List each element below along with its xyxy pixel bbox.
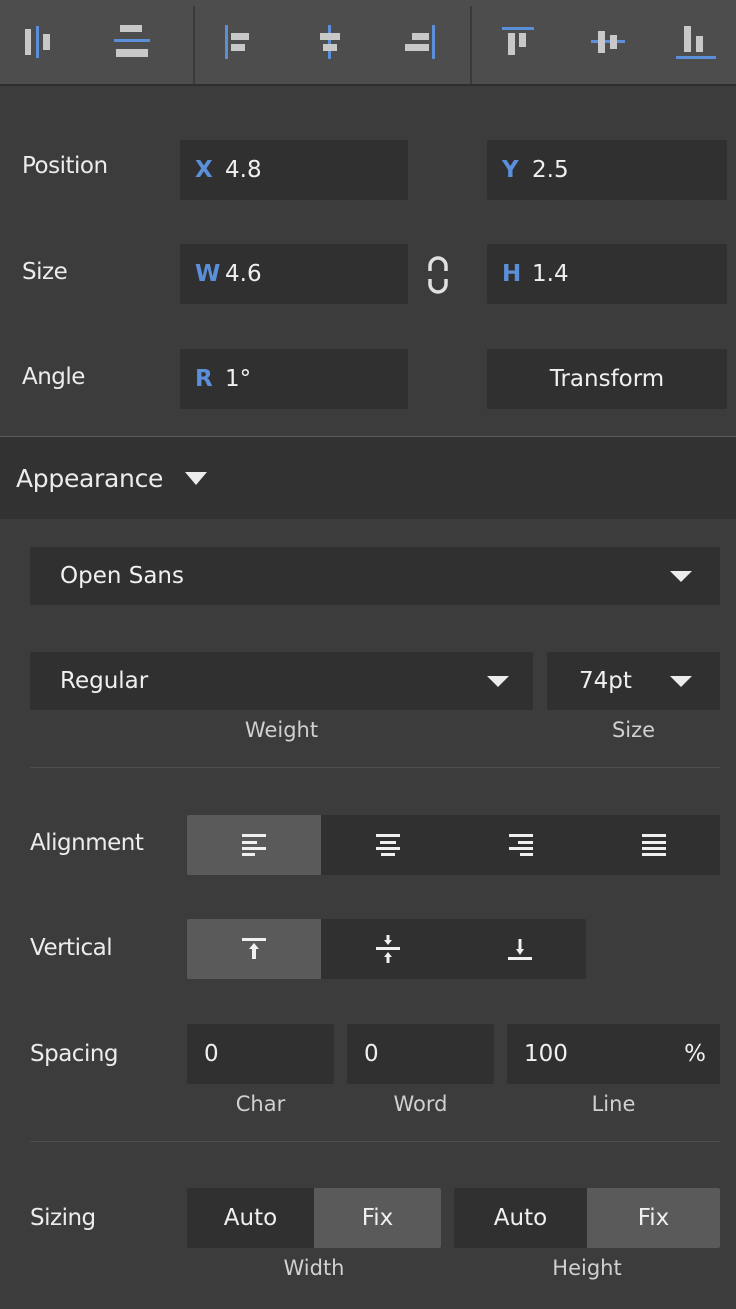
chevron-down-icon bbox=[670, 676, 692, 687]
position-y-value: 2.5 bbox=[532, 157, 569, 183]
line-spacing-value: 100 bbox=[524, 1041, 568, 1067]
height-fix-button[interactable]: Fix bbox=[587, 1188, 720, 1248]
word-caption: Word bbox=[393, 1092, 448, 1116]
spacing-label: Spacing bbox=[30, 1041, 119, 1067]
align-left-icon[interactable] bbox=[218, 18, 262, 66]
caret-down-icon bbox=[185, 471, 208, 485]
divider bbox=[30, 767, 720, 768]
text-align-justify-icon[interactable] bbox=[587, 815, 720, 875]
text-align-left-icon[interactable] bbox=[187, 815, 321, 875]
h-axis-label: H bbox=[502, 261, 522, 287]
height-fix-label: Fix bbox=[637, 1205, 670, 1231]
distribute-horizontal-icon[interactable] bbox=[20, 18, 64, 66]
geometry-section: Position X 4.8 Y 2.5 Size W 4.6 H 1.4 An… bbox=[0, 86, 736, 436]
width-auto-button[interactable]: Auto bbox=[187, 1188, 314, 1248]
y-axis-label: Y bbox=[502, 157, 519, 183]
text-align-center-icon[interactable] bbox=[321, 815, 454, 875]
alignment-label: Alignment bbox=[30, 830, 144, 856]
font-weight-dropdown[interactable]: Regular bbox=[30, 652, 533, 710]
position-x-field[interactable]: X 4.8 bbox=[180, 140, 408, 200]
char-caption: Char bbox=[235, 1092, 286, 1116]
size-h-value: 1.4 bbox=[532, 261, 569, 287]
line-spacing-field[interactable]: 100 % bbox=[507, 1024, 720, 1084]
distribute-vertical-icon[interactable] bbox=[110, 18, 154, 66]
width-caption: Width bbox=[283, 1256, 345, 1280]
align-middle-vertical-icon[interactable] bbox=[586, 18, 630, 66]
word-spacing-value: 0 bbox=[364, 1041, 379, 1067]
w-axis-label: W bbox=[195, 261, 221, 287]
chevron-down-icon bbox=[487, 676, 509, 687]
link-aspect-icon[interactable] bbox=[425, 256, 451, 298]
angle-r-value: 1° bbox=[225, 366, 252, 392]
size-caption: Size bbox=[611, 718, 656, 742]
char-spacing-field[interactable]: 0 bbox=[187, 1024, 334, 1084]
position-y-field[interactable]: Y 2.5 bbox=[487, 140, 727, 200]
font-weight-value: Regular bbox=[60, 668, 149, 694]
position-label: Position bbox=[22, 153, 108, 179]
vertical-align-top-icon[interactable] bbox=[187, 919, 321, 979]
align-center-horizontal-icon[interactable] bbox=[308, 18, 352, 66]
sizing-label: Sizing bbox=[30, 1205, 96, 1231]
divider bbox=[30, 1141, 720, 1142]
appearance-title: Appearance bbox=[16, 463, 164, 493]
size-w-field[interactable]: W 4.6 bbox=[180, 244, 408, 304]
line-spacing-unit: % bbox=[684, 1041, 706, 1067]
alignment-toolbar bbox=[0, 0, 736, 86]
vertical-align-middle-icon[interactable] bbox=[321, 919, 454, 979]
font-family-value: Open Sans bbox=[60, 563, 184, 589]
x-axis-label: X bbox=[195, 157, 213, 183]
angle-label: Angle bbox=[22, 364, 85, 390]
text-align-right-icon[interactable] bbox=[454, 815, 587, 875]
vertical-label: Vertical bbox=[30, 935, 113, 961]
weight-caption: Weight bbox=[244, 718, 319, 742]
vertical-align-bottom-icon[interactable] bbox=[454, 919, 586, 979]
char-spacing-value: 0 bbox=[204, 1041, 219, 1067]
word-spacing-field[interactable]: 0 bbox=[347, 1024, 494, 1084]
height-auto-button[interactable]: Auto bbox=[454, 1188, 587, 1248]
transform-button[interactable]: Transform bbox=[487, 349, 727, 409]
angle-r-field[interactable]: R 1° bbox=[180, 349, 408, 409]
height-auto-label: Auto bbox=[493, 1205, 548, 1231]
size-label: Size bbox=[22, 259, 68, 285]
font-family-dropdown[interactable]: Open Sans bbox=[30, 547, 720, 605]
font-size-dropdown[interactable]: 74pt bbox=[547, 652, 720, 710]
font-size-value: 74pt bbox=[579, 668, 632, 694]
width-auto-label: Auto bbox=[223, 1205, 278, 1231]
align-right-icon[interactable] bbox=[398, 18, 442, 66]
align-bottom-icon[interactable] bbox=[674, 18, 718, 66]
vertical-segmented-control bbox=[187, 919, 586, 979]
position-x-value: 4.8 bbox=[225, 157, 262, 183]
height-sizing-control: Auto Fix bbox=[454, 1188, 720, 1248]
width-fix-label: Fix bbox=[361, 1205, 394, 1231]
size-w-value: 4.6 bbox=[225, 261, 262, 287]
width-fix-button[interactable]: Fix bbox=[314, 1188, 441, 1248]
r-axis-label: R bbox=[195, 366, 213, 392]
alignment-segmented-control bbox=[187, 815, 720, 875]
line-caption: Line bbox=[591, 1092, 636, 1116]
appearance-header[interactable]: Appearance bbox=[0, 437, 736, 519]
height-caption: Height bbox=[552, 1256, 622, 1280]
align-top-icon[interactable] bbox=[496, 18, 540, 66]
chevron-down-icon bbox=[670, 571, 692, 582]
width-sizing-control: Auto Fix bbox=[187, 1188, 441, 1248]
appearance-section: Open Sans Regular 74pt Weight Size Align… bbox=[0, 519, 736, 1309]
size-h-field[interactable]: H 1.4 bbox=[487, 244, 727, 304]
